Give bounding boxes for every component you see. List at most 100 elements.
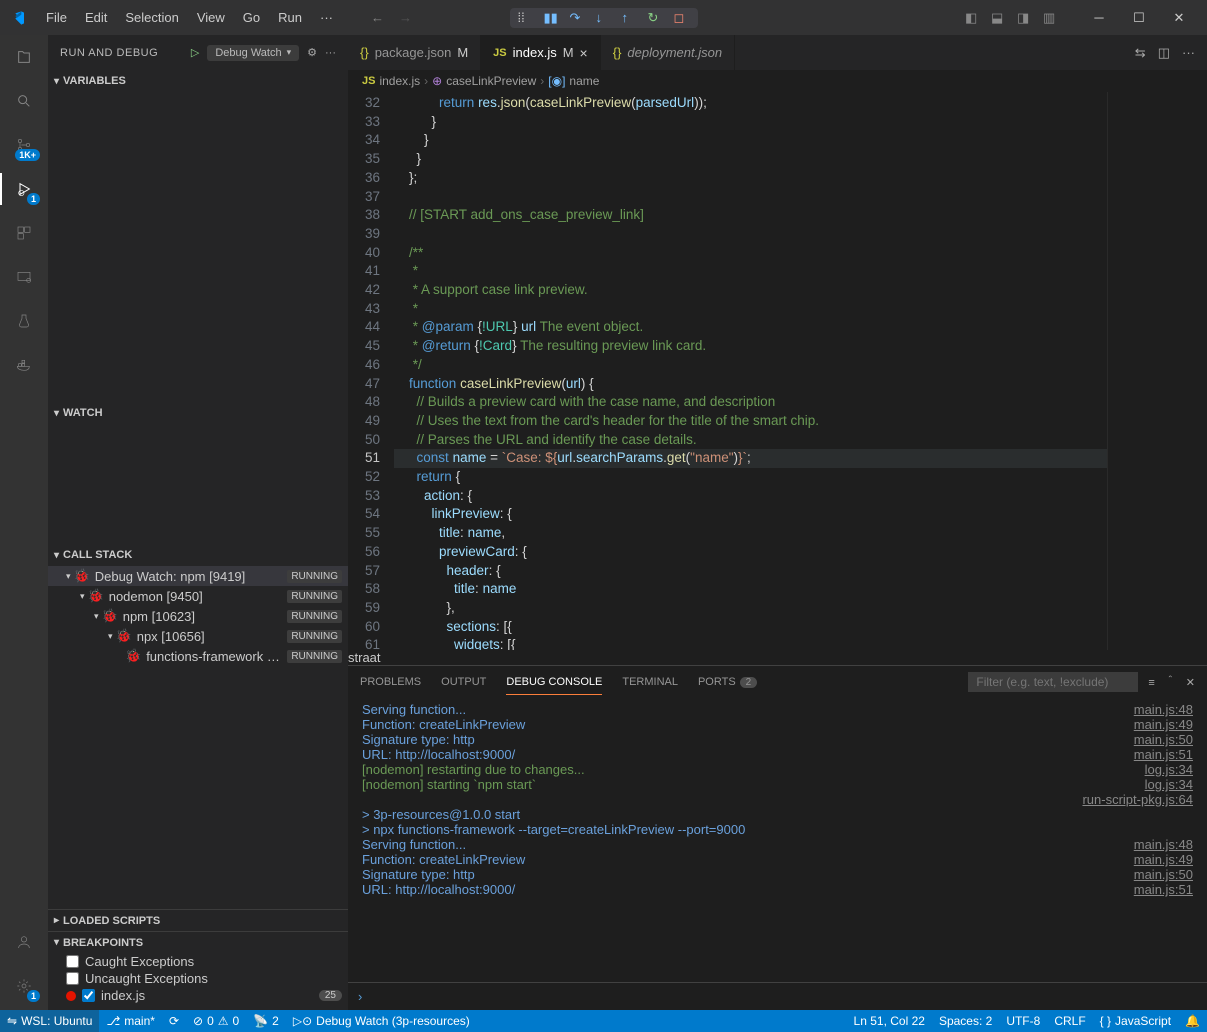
menu-run[interactable]: Run: [270, 6, 310, 29]
layout-panel-icon[interactable]: ⬓: [991, 10, 1007, 26]
minimap[interactable]: [1107, 92, 1207, 650]
more-actions-icon[interactable]: ···: [1182, 45, 1195, 61]
close-tab-icon[interactable]: ×: [580, 45, 588, 61]
maximize-icon[interactable]: ☐: [1119, 3, 1159, 33]
layout-sidebar-right-icon[interactable]: ◨: [1017, 10, 1033, 26]
remote-explorer-icon[interactable]: [10, 263, 38, 291]
editor-area: {}package.jsonMJSindex.jsM×{}deployment.…: [348, 35, 1207, 1010]
callstack-row[interactable]: ▾🐞npx [10656]RUNNING: [48, 626, 348, 646]
breadcrumb[interactable]: JS index.js› ⊕caseLinkPreview› [◉]name: [348, 70, 1207, 92]
tab-deployment.json[interactable]: {}deployment.json: [601, 35, 735, 70]
pause-icon[interactable]: ▮▮: [544, 10, 560, 26]
restart-icon[interactable]: ↻: [648, 10, 664, 26]
encoding[interactable]: UTF-8: [999, 1014, 1047, 1028]
bottom-panel: PROBLEMS OUTPUT DEBUG CONSOLE TERMINAL PORTS…: [348, 665, 1207, 1010]
titlebar-right: ◧ ⬓ ◨ ▥ ─ ☐ ✕: [965, 3, 1199, 33]
loaded-scripts-header[interactable]: ▸LOADED SCRIPTS: [48, 909, 348, 931]
start-debug-icon[interactable]: ▷: [191, 46, 199, 59]
extensions-icon[interactable]: [10, 219, 38, 247]
breakpoint-uncaught[interactable]: Uncaught Exceptions: [48, 970, 348, 987]
menu-view[interactable]: View: [189, 6, 233, 29]
back-icon[interactable]: ←: [371, 10, 384, 25]
code-editor[interactable]: 3233343536373839404142434445464748495051…: [348, 92, 1207, 650]
minimize-icon[interactable]: ─: [1079, 3, 1119, 33]
panel-tab-output[interactable]: OUTPUT: [441, 670, 486, 694]
remote-indicator[interactable]: ⇋WSL: Ubuntu: [0, 1010, 99, 1032]
accounts-icon[interactable]: [10, 928, 38, 956]
ports-status[interactable]: 📡2: [246, 1010, 286, 1032]
debug-console-input[interactable]: ›: [348, 982, 1207, 1010]
callstack-header[interactable]: ▾CALL STACK: [48, 544, 348, 566]
menu-file[interactable]: File: [38, 6, 75, 29]
sidebar: RUN AND DEBUG ▷ Debug Watch▾ ⚙ ··· ▾VARI…: [48, 35, 348, 1010]
callstack-row[interactable]: ▾🐞Debug Watch: npm [9419]RUNNING: [48, 566, 348, 586]
panel-tab-problems[interactable]: PROBLEMS: [360, 670, 421, 694]
panel-tab-debug-console[interactable]: DEBUG CONSOLE: [506, 670, 602, 695]
callstack-row[interactable]: ▾🐞nodemon [9450]RUNNING: [48, 586, 348, 606]
grip-icon[interactable]: ⁞⁞: [518, 10, 534, 26]
settings-gear-icon[interactable]: 1: [10, 972, 38, 1000]
tab-package.json[interactable]: {}package.jsonM: [348, 35, 481, 70]
watch-header[interactable]: ▾WATCH: [48, 402, 348, 424]
sync-icon[interactable]: ⟳: [162, 1010, 186, 1032]
debug-status[interactable]: ▷⊙Debug Watch (3p-resources): [286, 1010, 477, 1032]
cursor-position[interactable]: Ln 51, Col 22: [847, 1014, 932, 1028]
file-icon: JS: [493, 47, 506, 59]
layout-sidebar-left-icon[interactable]: ◧: [965, 10, 981, 26]
notifications-icon[interactable]: 🔔: [1178, 1014, 1207, 1028]
callstack-row[interactable]: ▾🐞npm [10623]RUNNING: [48, 606, 348, 626]
callstack-row[interactable]: 🐞functions-framework [106…RUNNING: [48, 646, 348, 666]
search-icon[interactable]: [10, 87, 38, 115]
editor-tabs: {}package.jsonMJSindex.jsM×{}deployment.…: [348, 35, 1207, 70]
debug-console-output[interactable]: Serving function...main.js:48Function: c…: [348, 698, 1207, 982]
menu-go[interactable]: Go: [235, 6, 268, 29]
panel-tab-terminal[interactable]: TERMINAL: [622, 670, 678, 694]
close-panel-icon[interactable]: ✕: [1186, 677, 1195, 689]
more-icon[interactable]: ···: [325, 47, 336, 59]
git-branch[interactable]: ⎇main*: [99, 1010, 162, 1032]
step-over-icon[interactable]: ↷: [570, 10, 586, 26]
testing-icon[interactable]: [10, 307, 38, 335]
debug-config-select[interactable]: Debug Watch▾: [207, 45, 299, 61]
navigation: ← →: [371, 10, 412, 25]
collapse-icon[interactable]: ＾: [1165, 677, 1176, 689]
activity-bar: 1K+ 1 1: [0, 35, 48, 1010]
compare-icon[interactable]: ⇆: [1135, 45, 1146, 61]
split-editor-icon[interactable]: ◫: [1158, 45, 1170, 61]
file-icon: {}: [360, 45, 369, 60]
forward-icon[interactable]: →: [399, 10, 412, 25]
problems-status[interactable]: ⊘0⚠0: [186, 1010, 246, 1032]
docker-icon[interactable]: [10, 351, 38, 379]
menu-edit[interactable]: Edit: [77, 6, 115, 29]
panel-tabs: PROBLEMS OUTPUT DEBUG CONSOLE TERMINAL PORTS…: [348, 666, 1207, 698]
explorer-icon[interactable]: [10, 43, 38, 71]
source-control-icon[interactable]: 1K+: [10, 131, 38, 159]
breakpoint-caught[interactable]: Caught Exceptions: [48, 953, 348, 970]
customize-layout-icon[interactable]: ▥: [1043, 10, 1059, 26]
tab-index.js[interactable]: JSindex.jsM×: [481, 35, 601, 70]
js-file-icon: JS: [362, 75, 375, 87]
step-into-icon[interactable]: ↓: [596, 10, 612, 26]
menu-···[interactable]: ···: [312, 6, 341, 29]
stop-icon[interactable]: ◻: [674, 10, 690, 26]
language-mode[interactable]: { }JavaScript: [1093, 1014, 1178, 1028]
run-debug-icon[interactable]: 1: [10, 175, 38, 203]
sidebar-title: RUN AND DEBUG: [60, 47, 183, 59]
sidebar-header: RUN AND DEBUG ▷ Debug Watch▾ ⚙ ···: [48, 35, 348, 70]
breakpoints-header[interactable]: ▾BREAKPOINTS: [48, 931, 348, 953]
menu-bar: FileEditSelectionViewGoRun···: [38, 6, 341, 29]
variables-header[interactable]: ▾VARIABLES: [48, 70, 348, 92]
close-window-icon[interactable]: ✕: [1159, 3, 1199, 33]
status-bar: ⇋WSL: Ubuntu ⎇main* ⟳ ⊘0⚠0 📡2 ▷⊙Debug Wa…: [0, 1010, 1207, 1032]
eol[interactable]: CRLF: [1047, 1014, 1092, 1028]
breakpoint-file[interactable]: index.js25: [48, 987, 348, 1004]
indentation[interactable]: Spaces: 2: [932, 1014, 999, 1028]
menu-selection[interactable]: Selection: [117, 6, 186, 29]
filter-settings-icon[interactable]: ≡: [1148, 677, 1154, 689]
filter-input[interactable]: [968, 672, 1138, 692]
title-bar: FileEditSelectionViewGoRun··· ← → ⁞⁞ ▮▮ …: [0, 0, 1207, 35]
vscode-logo-icon: [8, 8, 28, 28]
panel-tab-ports[interactable]: PORTS2: [698, 670, 757, 694]
step-out-icon[interactable]: ↑: [622, 10, 638, 26]
gear-icon[interactable]: ⚙: [307, 46, 317, 59]
